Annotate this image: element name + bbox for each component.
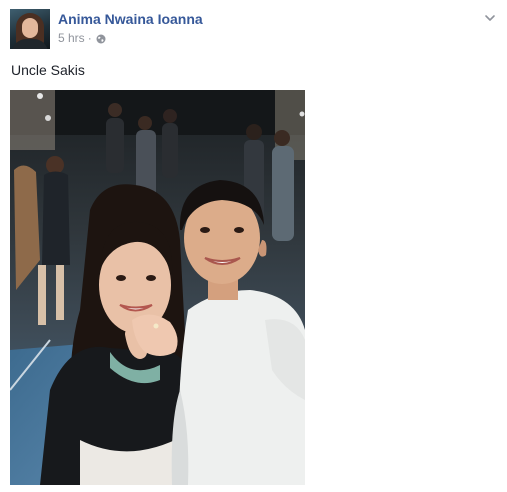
post-timestamp[interactable]: 5 hrs <box>58 31 85 45</box>
selfie-photo-illustration <box>10 90 305 485</box>
post-text: Uncle Sakis <box>11 62 85 78</box>
globe-icon[interactable] <box>96 33 106 44</box>
meta-separator: · <box>87 31 92 45</box>
author-avatar[interactable] <box>10 9 50 49</box>
feed-post: Anima Nwaina Ioanna 5 hrs · Uncle Sakis <box>0 0 507 492</box>
avatar-face <box>22 18 38 38</box>
chevron-down-icon[interactable] <box>482 10 498 26</box>
author-name-link[interactable]: Anima Nwaina Ioanna <box>58 11 203 27</box>
post-photo[interactable] <box>10 90 305 485</box>
post-meta: 5 hrs · <box>58 31 106 45</box>
